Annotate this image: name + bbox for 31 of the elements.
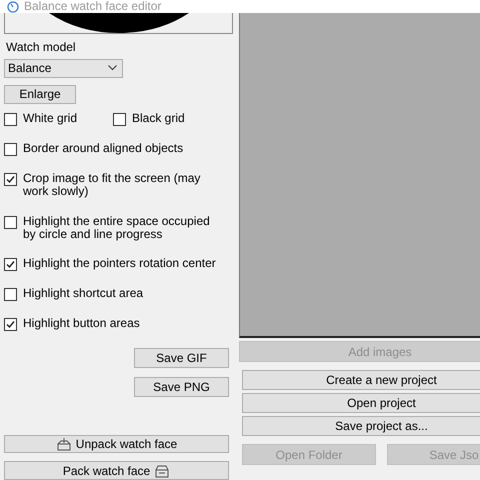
enlarge-button[interactable]: Enlarge [4, 84, 76, 104]
save-button[interactable]: Save PNG [134, 376, 229, 396]
chevron-down-icon [108, 65, 117, 72]
box-icon [56, 436, 72, 451]
checkbox[interactable] [4, 258, 17, 270]
project-button[interactable]: Save project as... [242, 416, 480, 436]
clock-icon [7, 0, 19, 12]
checkbox-label: Highlight the entire space occupied by circle and line progress [23, 214, 211, 240]
project-button[interactable]: Open project [242, 393, 480, 413]
checkbox[interactable] [4, 172, 17, 186]
pack-button[interactable]: Pack watch face [4, 461, 229, 480]
project-button[interactable]: Create a new project [242, 370, 480, 390]
box-icon [154, 464, 170, 478]
checkbox[interactable] [4, 112, 17, 126]
checkbox-label: Black grid [132, 112, 185, 124]
checkbox[interactable] [4, 216, 17, 228]
unpack-button[interactable]: Unpack watch face [4, 434, 229, 454]
checkbox-label: Highlight button areas [23, 316, 141, 330]
save-button[interactable]: Save GIF [134, 348, 229, 368]
checkbox-label: Highlight the pointers rotation center [23, 256, 217, 270]
watch-model-dropdown[interactable]: Balance [4, 59, 123, 78]
checkbox[interactable] [113, 112, 126, 126]
checkbox-label: Border around aligned objects [23, 142, 184, 154]
checkbox-label: Crop image to fit the screen (may work slowly) [23, 172, 202, 198]
checkbox[interactable] [4, 318, 17, 330]
checkbox-label: Highlight shortcut area [23, 286, 144, 300]
checkbox-label: White grid [23, 112, 78, 124]
checkbox[interactable] [4, 142, 17, 156]
checkbox[interactable] [4, 288, 17, 300]
watch-model-label: Watch model [6, 40, 77, 54]
window-title: Balance watch face editor [24, 0, 162, 13]
